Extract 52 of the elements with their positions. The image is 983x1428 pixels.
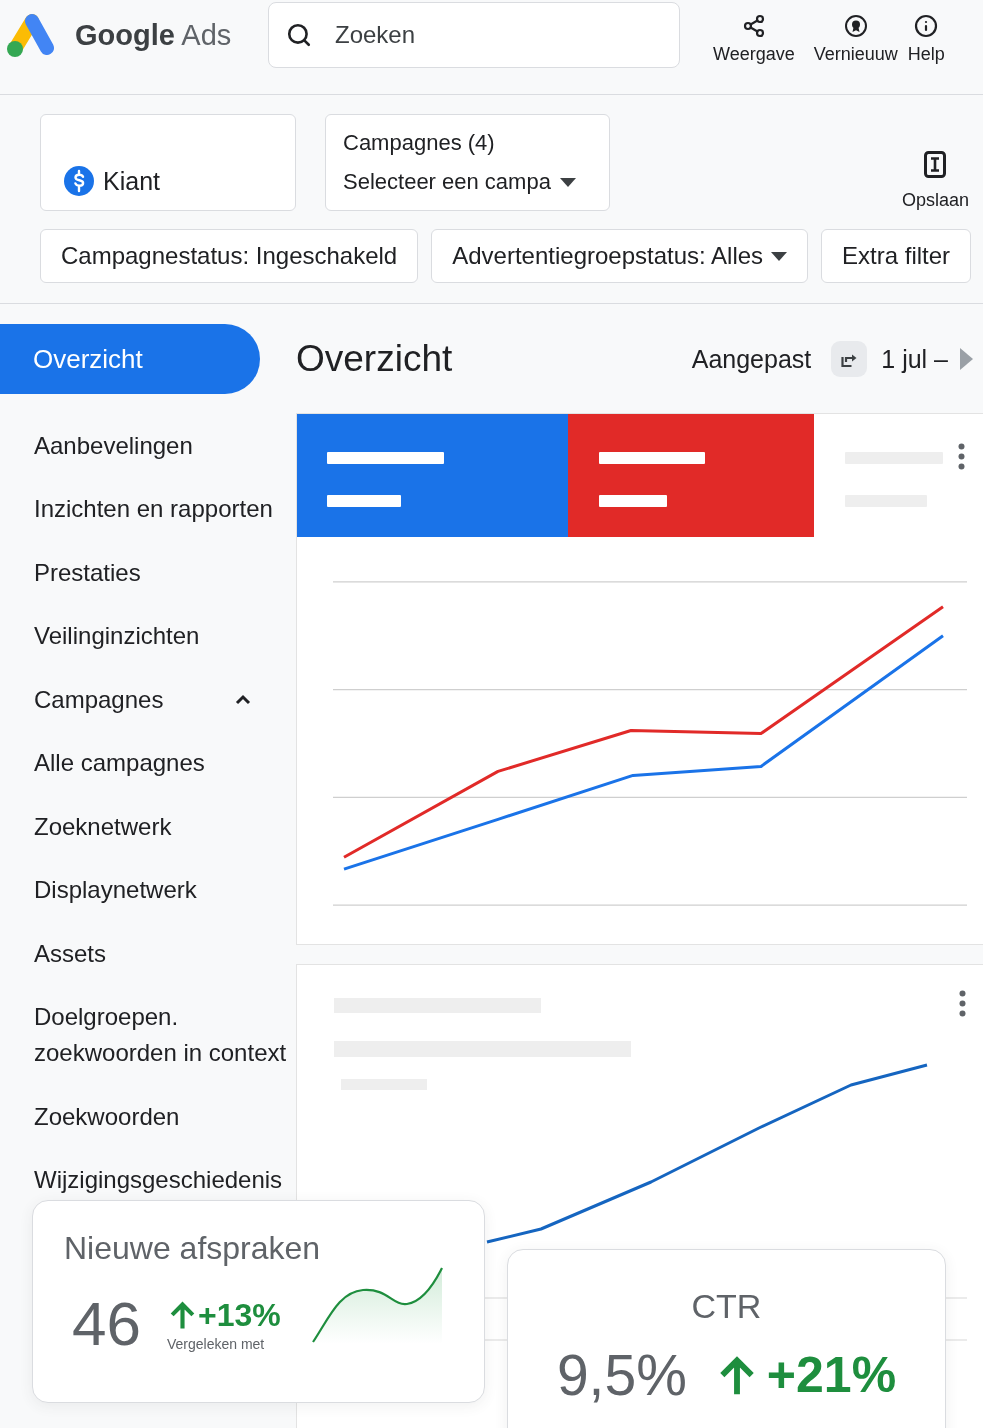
filter-chip[interactable]: Campagnestatus: Ingeschakeld — [40, 229, 419, 283]
nav-item[interactable]: Alle campagnes — [34, 745, 296, 782]
selector-title: Campagnes (4) — [343, 130, 495, 156]
search-icon — [286, 22, 312, 48]
badge-icon — [843, 14, 868, 38]
logo-icon — [5, 12, 55, 58]
search-field[interactable]: Zoeken — [268, 2, 680, 68]
export-button[interactable] — [831, 341, 868, 377]
text-box-icon — [924, 151, 947, 178]
skeleton-bar — [599, 495, 667, 507]
toolbar-button[interactable]: Weergave — [713, 0, 795, 65]
change-percentage: +21% — [766, 1348, 897, 1404]
date-range-label: Aangepast — [691, 344, 812, 374]
filter-chip[interactable]: Extra filter — [821, 229, 972, 283]
campaign-selector[interactable]: Campagnes (4) Selecteer een campa — [325, 114, 610, 211]
chevron-up-icon[interactable] — [235, 694, 251, 706]
nav-item[interactable]: Veilinginzichten — [34, 618, 296, 655]
date-range-value[interactable]: 1 jul – — [881, 344, 948, 374]
selector-value: Selecteer een campa — [343, 169, 551, 195]
nav-item[interactable]: Prestaties — [34, 554, 296, 591]
caret-down-icon — [771, 251, 788, 261]
scorecard-title: Nieuwe afspraken — [64, 1229, 322, 1268]
save-button[interactable]: Opslaan — [901, 151, 969, 211]
more-options-icon[interactable] — [958, 443, 965, 470]
filter-chip[interactable]: Advertentiegroepstatus: Alles — [431, 229, 809, 283]
nav-item[interactable]: Zoeknetwerk — [34, 808, 296, 845]
nav-item[interactable]: Wijzigingsgeschiedenis — [34, 1162, 296, 1199]
nav-item[interactable]: Zoekwoorden — [34, 1098, 296, 1135]
more-options-icon[interactable] — [959, 990, 966, 1017]
toolbar-button[interactable]: Help — [907, 0, 945, 65]
dollar-icon — [64, 166, 94, 196]
nav-item[interactable]: Aanbevelingen — [34, 427, 296, 464]
nav-item[interactable]: Displaynetwerk — [34, 872, 296, 909]
comparison-note: Vergeleken met — [166, 1336, 265, 1352]
account-selector[interactable]: Kiant — [40, 114, 296, 211]
metric-tile[interactable] — [568, 414, 814, 537]
nav-item[interactable]: Campagnes — [34, 681, 296, 718]
change-percentage: +13% — [197, 1297, 281, 1333]
caret-down-icon — [559, 177, 576, 187]
scorecard-value: 9,5% — [556, 1344, 687, 1408]
nav-item[interactable]: Doelgroepen. zoekwoorden in context — [34, 999, 296, 1072]
logo-text: Google Ads — [75, 18, 232, 52]
nav-item[interactable]: Assets — [34, 935, 296, 972]
metric-tile[interactable] — [297, 414, 568, 537]
nav-item[interactable]: Overzicht — [0, 324, 260, 394]
info-icon — [914, 14, 939, 38]
scorecard-value: 46 — [72, 1288, 141, 1358]
page-title: Overzicht — [296, 338, 453, 380]
toolbar-button[interactable]: Vernieuuw — [813, 0, 898, 65]
share-icon — [741, 14, 766, 38]
nav-item[interactable]: Inzichten en rapporten — [34, 491, 296, 528]
scorecard-title: CTR — [691, 1286, 762, 1326]
